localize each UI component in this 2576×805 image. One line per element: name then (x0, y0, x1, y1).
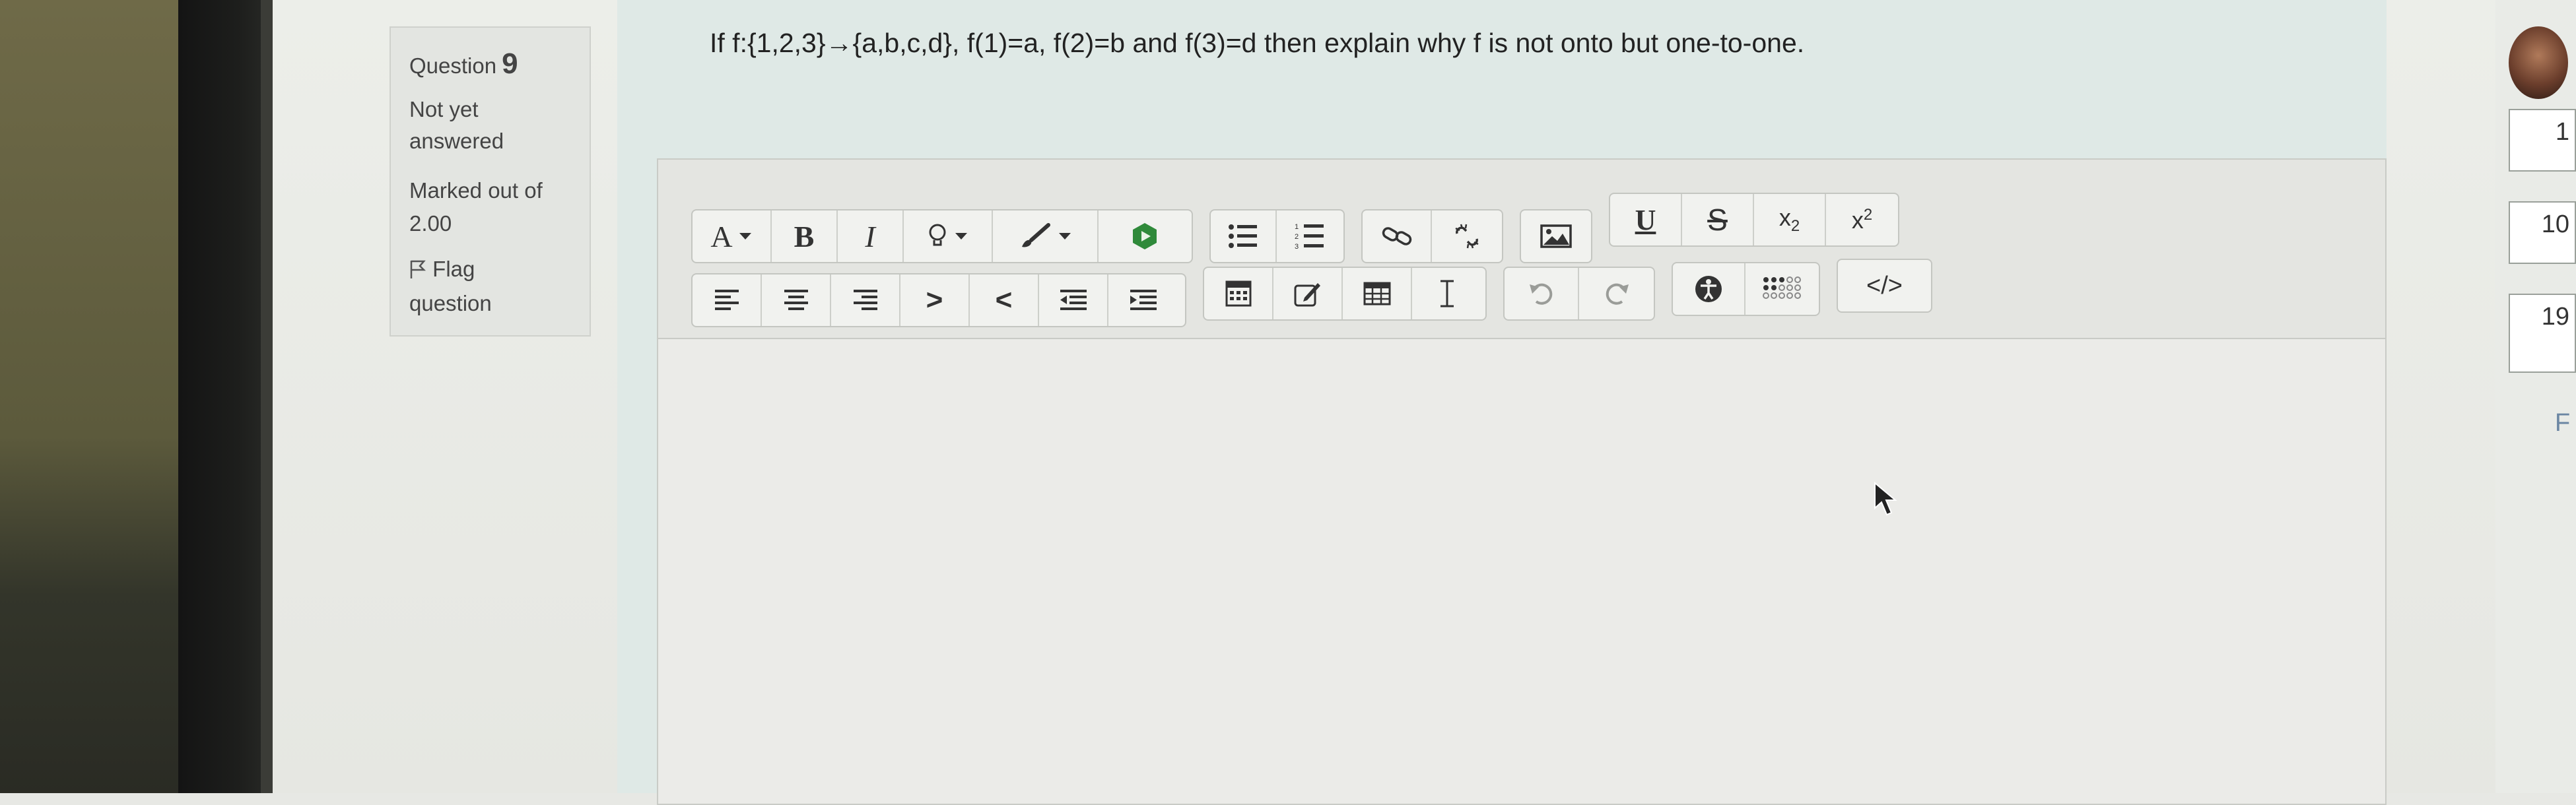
question-grade: Marked out of 2.00 (409, 178, 543, 236)
equation-button[interactable] (1204, 268, 1273, 319)
outdent-icon: < (995, 284, 1013, 316)
undo-button[interactable] (1505, 268, 1579, 319)
toolbar-group-accessibility (1672, 262, 1820, 316)
brush-icon (1022, 223, 1050, 247)
underline-icon: U (1635, 203, 1656, 236)
answer-editor: A B I 1 2 3 U S x2 x2 > < </> (657, 158, 2387, 805)
question-heading: Question 9 (409, 48, 518, 80)
chevron-down-icon (739, 233, 751, 240)
recordrtc-button[interactable] (1099, 210, 1191, 262)
svg-text:3: 3 (1295, 243, 1299, 251)
unordered-list-icon (1229, 224, 1257, 248)
question-formulation: If f:{1,2,3}→{a,b,c,d}, f(1)=a, f(2)=b a… (617, 0, 2387, 805)
question-info-panel: Question 9 Not yet answered Marked out of… (390, 26, 591, 337)
flag-icon (409, 255, 426, 278)
superscript-icon: x2 (1851, 205, 1873, 234)
toolbar-group-style: A B I (691, 209, 1193, 263)
toolbar-group-html: </> (1837, 259, 1932, 313)
toolbar-group-history (1503, 267, 1655, 321)
subscript-icon: x2 (1779, 203, 1800, 236)
font-size-button[interactable]: A (693, 210, 772, 262)
link-icon (1382, 227, 1411, 245)
edit-icon (1294, 283, 1320, 307)
finish-attempt-link[interactable]: F (2555, 409, 2570, 437)
chevron-down-icon (1059, 233, 1071, 240)
mouse-pointer-icon (1874, 481, 1897, 521)
align-left-button[interactable] (693, 274, 762, 326)
html-icon: </> (1866, 271, 1903, 300)
edit-button[interactable] (1273, 268, 1343, 319)
bold-button[interactable]: B (772, 210, 838, 262)
clear-formatting-button[interactable] (1412, 268, 1481, 319)
question-label: Question (409, 53, 497, 78)
image-button[interactable] (1521, 210, 1591, 262)
bold-icon: B (794, 219, 815, 253)
ordered-list-button[interactable]: 1 2 3 (1277, 210, 1343, 262)
chevron-down-icon (955, 233, 967, 240)
image-icon (1540, 224, 1572, 248)
lightbulb-button[interactable] (904, 210, 993, 262)
quiz-nav-button-1[interactable]: 1 (2509, 109, 2576, 172)
increase-indent-button[interactable] (1108, 274, 1178, 326)
link-button[interactable] (1363, 210, 1432, 262)
unordered-list-button[interactable] (1211, 210, 1277, 262)
bulleted-indent-icon (1130, 290, 1157, 310)
html-source-button[interactable]: </> (1838, 260, 1931, 311)
toolbar-group-links (1361, 209, 1503, 263)
redo-button[interactable] (1579, 268, 1654, 319)
svg-text:1: 1 (1295, 223, 1299, 231)
align-center-button[interactable] (762, 274, 831, 326)
special-characters-button[interactable] (1746, 263, 1818, 315)
table-button[interactable] (1343, 268, 1412, 319)
quiz-nav-button-10[interactable]: 10 (2509, 201, 2576, 264)
accessibility-checker-button[interactable] (1673, 263, 1746, 315)
flag-question-link[interactable]: Flag question (409, 252, 561, 321)
avatar[interactable] (2509, 26, 2568, 99)
unlink-icon (1454, 224, 1479, 249)
toolbar-group-format: U S x2 x2 (1609, 193, 1899, 247)
question-status: Not yet answered (409, 97, 504, 153)
font-size-icon: A (710, 219, 733, 253)
table-icon (1363, 282, 1390, 306)
italic-button[interactable]: I (838, 210, 904, 262)
italic-icon: I (865, 219, 875, 253)
redo-icon (1606, 283, 1629, 305)
clear-format-icon (1440, 280, 1454, 307)
question-number: 9 (502, 48, 518, 80)
equation-icon (1225, 280, 1251, 307)
question-text: If f:{1,2,3}→{a,b,c,d}, f(1)=a, f(2)=b a… (710, 28, 1805, 58)
strikethrough-icon: S (1707, 203, 1728, 237)
outdent-button[interactable]: < (970, 274, 1039, 326)
toolbar-group-lists: 1 2 3 (1209, 209, 1345, 263)
editor-toolbar: A B I 1 2 3 U S x2 x2 > < </> (658, 160, 2385, 339)
recordrtc-icon (1133, 223, 1157, 249)
toolbar-group-insert (1203, 267, 1487, 321)
toolbar-group-image (1520, 209, 1592, 263)
superscript-button[interactable]: x2 (1826, 194, 1898, 245)
accessibility-icon (1695, 276, 1722, 302)
decrease-indent-button[interactable] (1039, 274, 1108, 326)
lightbulb-icon (929, 224, 945, 246)
align-left-icon (714, 290, 739, 310)
underline-button[interactable]: U (1610, 194, 1682, 245)
numbered-indent-icon (1060, 290, 1087, 310)
brush-button[interactable] (993, 210, 1099, 262)
align-center-icon (784, 290, 808, 310)
subscript-button[interactable]: x2 (1754, 194, 1826, 245)
toolbar-group-alignment: > < (691, 273, 1186, 327)
undo-icon (1529, 283, 1552, 305)
quiz-nav-button-19[interactable]: 19 (2509, 294, 2576, 373)
align-right-icon (853, 290, 877, 310)
ordered-list-icon: 1 2 3 (1295, 223, 1324, 251)
monitor-bezel-edge (261, 0, 273, 793)
indent-button[interactable]: > (900, 274, 970, 326)
answer-text-area[interactable] (658, 339, 2385, 804)
unlink-button[interactable] (1432, 210, 1501, 262)
indent-icon: > (926, 284, 943, 316)
special-chars-icon (1763, 276, 1801, 299)
svg-text:2: 2 (1295, 233, 1299, 241)
strikethrough-button[interactable]: S (1682, 194, 1754, 245)
align-right-button[interactable] (831, 274, 900, 326)
